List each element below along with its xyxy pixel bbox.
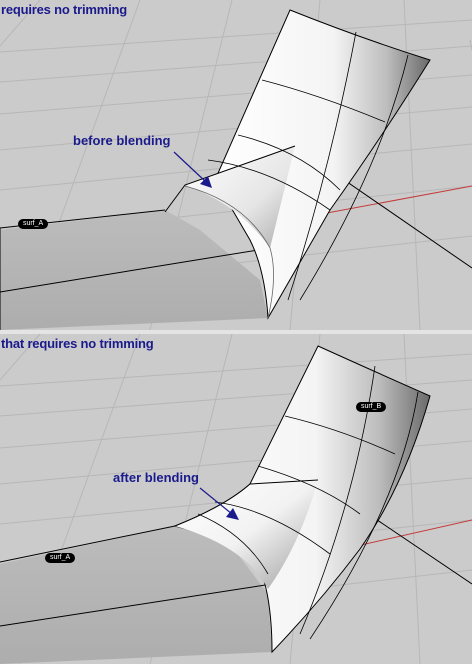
arrow-icon <box>199 487 239 520</box>
label-surf-b-bottom[interactable]: surf_B <box>356 402 387 412</box>
annotation-before-blending: before blending <box>73 133 171 148</box>
viewport-bottom[interactable]: that requires no trimming after blending… <box>0 334 472 664</box>
viewport-top[interactable]: requires no trimming before blending sur… <box>0 0 472 330</box>
caption-bottom: that requires no trimming <box>1 336 154 351</box>
label-surf-a-bottom[interactable]: surf_A <box>45 553 76 563</box>
arrow-icon <box>173 151 212 188</box>
label-surf-a-top[interactable]: surf_A <box>18 219 49 229</box>
annotation-after-blending: after blending <box>113 470 199 485</box>
viewport-top-canvas[interactable] <box>0 0 472 330</box>
caption-top: requires no trimming <box>1 2 128 17</box>
